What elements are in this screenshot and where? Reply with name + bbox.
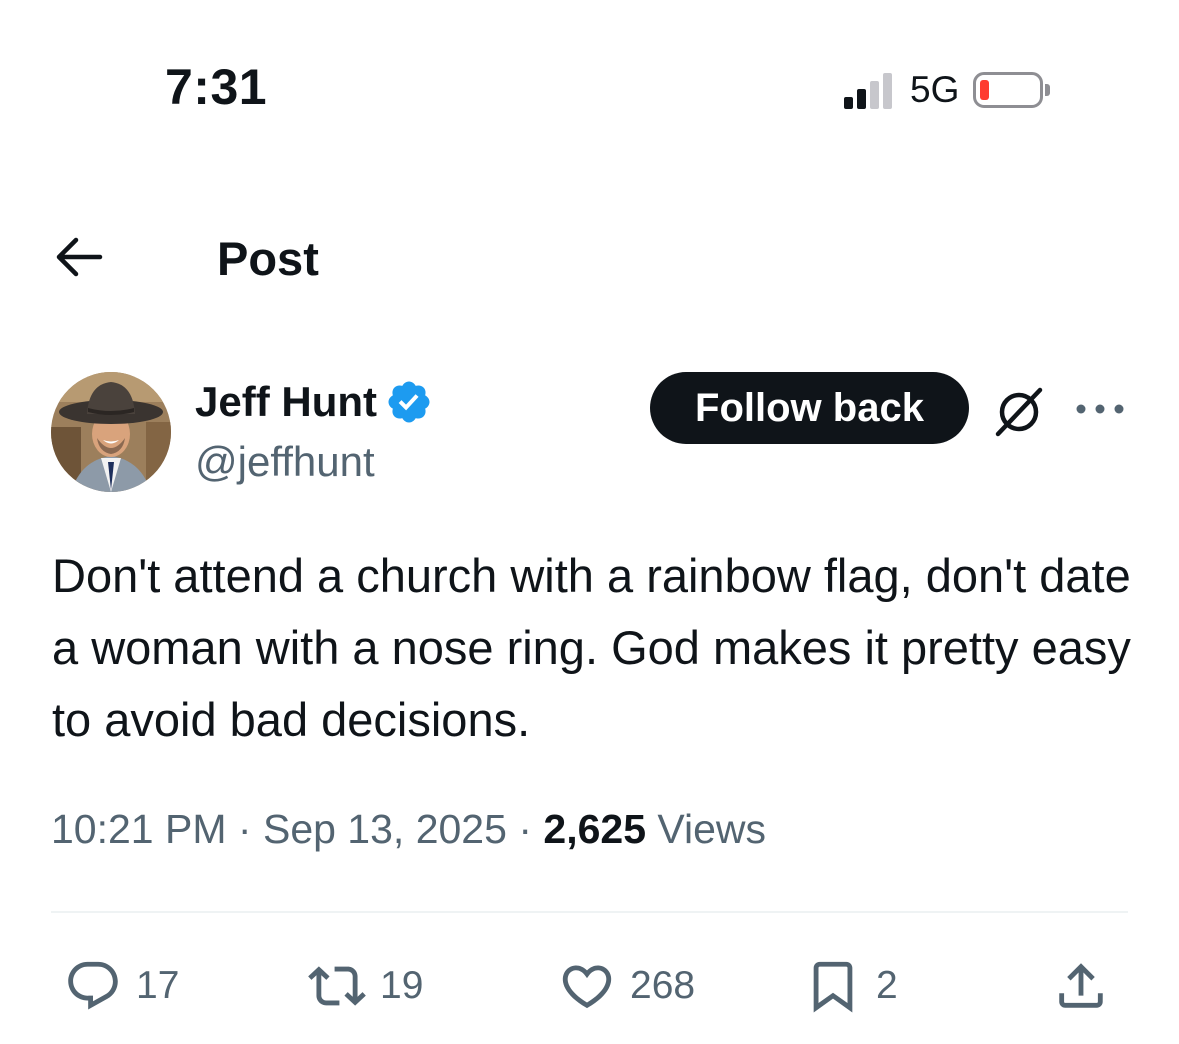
bookmark-icon: [813, 961, 853, 1013]
repost-icon: [308, 966, 366, 1006]
status-time: 7:31: [165, 59, 268, 115]
more-icon[interactable]: [1075, 398, 1125, 420]
views-count[interactable]: 2,625: [543, 806, 646, 852]
grok-icon[interactable]: [990, 382, 1048, 440]
avatar-image: [51, 372, 171, 492]
post-time[interactable]: 10:21 PM: [51, 806, 227, 852]
battery-icon: [973, 72, 1044, 108]
like-button[interactable]: 268: [558, 954, 695, 1018]
cellular-signal-icon: [844, 71, 892, 109]
status-indicators: 5G: [844, 66, 1051, 114]
bookmark-count: 2: [876, 964, 898, 1007]
back-arrow-icon[interactable]: [54, 234, 104, 280]
reply-count: 17: [136, 964, 180, 1007]
repost-button[interactable]: 19: [308, 954, 423, 1018]
like-icon: [562, 965, 612, 1009]
reply-icon: [68, 961, 118, 1010]
author-name[interactable]: Jeff Hunt: [195, 378, 433, 426]
network-type: 5G: [910, 69, 960, 110]
views-label: Views: [657, 806, 767, 852]
share-icon: [1059, 963, 1103, 1008]
reply-button[interactable]: 17: [64, 954, 179, 1018]
post-date[interactable]: Sep 13, 2025: [263, 806, 507, 852]
follow-back-button[interactable]: Follow back: [650, 372, 969, 444]
avatar[interactable]: [51, 372, 171, 492]
like-count: 268: [630, 964, 696, 1007]
author-name-text: Jeff Hunt: [195, 378, 377, 425]
post-meta: 10:21 PM · Sep 13, 2025 · 2,625 Views: [51, 806, 767, 852]
post-text: Don't attend a church with a rainbow fla…: [52, 549, 1131, 746]
verified-badge-icon: [388, 381, 430, 423]
page-title: Post: [217, 232, 319, 285]
bookmark-button[interactable]: 2: [804, 954, 898, 1018]
repost-count: 19: [380, 964, 424, 1007]
share-button[interactable]: [1052, 954, 1110, 1018]
divider: [51, 911, 1128, 913]
author-handle[interactable]: @jeffhunt: [195, 438, 375, 486]
